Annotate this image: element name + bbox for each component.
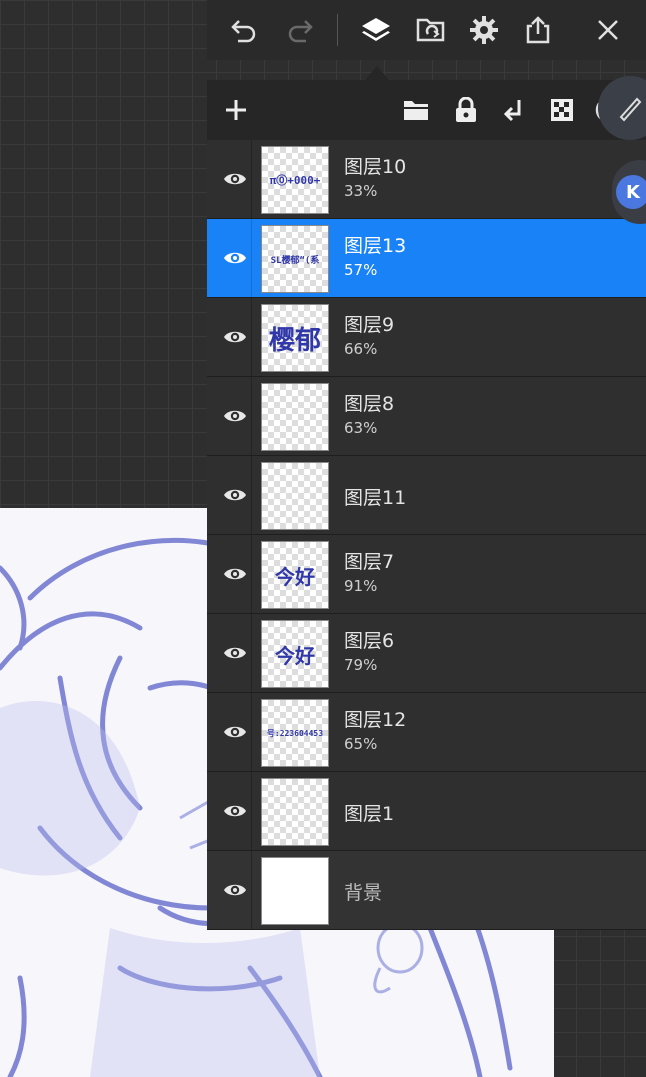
thumbnail-content: 今好 bbox=[275, 564, 315, 589]
layer-row[interactable]: 图层1 bbox=[207, 772, 646, 851]
layer-opacity: 91% bbox=[344, 577, 378, 595]
layer-thumbnail[interactable]: π⓪+000+ bbox=[261, 146, 329, 214]
thumbnail-content bbox=[262, 463, 328, 529]
row-divider bbox=[251, 772, 252, 850]
share-icon[interactable] bbox=[518, 10, 558, 50]
row-divider bbox=[251, 377, 252, 455]
layer-opacity: 65% bbox=[344, 735, 378, 753]
merge-down-icon[interactable] bbox=[495, 92, 531, 128]
layer-name: 图层6 bbox=[344, 630, 395, 652]
layers-icon[interactable] bbox=[356, 10, 396, 50]
layer-opacity: 33% bbox=[344, 182, 378, 200]
layer-name: 图层11 bbox=[344, 487, 407, 509]
visibility-eye-icon[interactable] bbox=[215, 791, 255, 831]
visibility-eye-icon[interactable] bbox=[215, 159, 255, 199]
add-layer-icon[interactable] bbox=[218, 92, 254, 128]
layer-row[interactable]: 今好 图层7 91% bbox=[207, 535, 646, 614]
layer-thumbnail[interactable] bbox=[261, 462, 329, 530]
visibility-eye-icon[interactable] bbox=[215, 396, 255, 436]
background-layer-name: 背景 bbox=[344, 882, 383, 904]
layer-thumbnail[interactable]: 今好 bbox=[261, 541, 329, 609]
alpha-lock-icon[interactable] bbox=[544, 92, 580, 128]
visibility-eye-icon[interactable] bbox=[215, 633, 255, 673]
layer-row[interactable]: 号:223604453 图层12 65% bbox=[207, 693, 646, 772]
layer-row[interactable]: 图层11 bbox=[207, 456, 646, 535]
thumbnail-content: π⓪+000+ bbox=[269, 174, 321, 187]
background-layer-row[interactable]: 背景 bbox=[207, 851, 646, 930]
settings-icon[interactable] bbox=[464, 10, 504, 50]
close-icon[interactable] bbox=[588, 10, 628, 50]
row-divider bbox=[251, 614, 252, 692]
thumbnail-content bbox=[262, 779, 328, 845]
layer-thumbnail[interactable] bbox=[261, 383, 329, 451]
visibility-eye-icon[interactable] bbox=[215, 475, 255, 515]
row-divider bbox=[251, 456, 252, 534]
visibility-eye-icon[interactable] bbox=[215, 238, 255, 278]
thumbnail-content bbox=[262, 384, 328, 450]
visibility-eye-icon[interactable] bbox=[215, 554, 255, 594]
layer-row[interactable]: π⓪+000+ 图层10 33% bbox=[207, 140, 646, 219]
redo-icon[interactable] bbox=[281, 10, 321, 50]
layers-panel: π⓪+000+ 图层10 33% SL樱郁“(系 图层13 57% 樱郁 图层9 66% 图层8 6… bbox=[207, 80, 646, 930]
thumbnail-content: 号:223604453 bbox=[266, 728, 324, 738]
folder-icon[interactable] bbox=[398, 92, 434, 128]
layer-row[interactable]: 樱郁 图层9 66% bbox=[207, 298, 646, 377]
layers-list: π⓪+000+ 图层10 33% SL樱郁“(系 图层13 57% 樱郁 图层9 66% 图层8 6… bbox=[207, 140, 646, 930]
visibility-eye-icon[interactable] bbox=[215, 712, 255, 752]
layer-opacity: 66% bbox=[344, 340, 378, 358]
layer-opacity: 79% bbox=[344, 656, 378, 674]
layer-name: 图层7 bbox=[344, 551, 395, 573]
thumbnail-content: 今好 bbox=[275, 643, 315, 668]
panel-pointer bbox=[365, 66, 389, 80]
row-divider bbox=[251, 535, 252, 613]
visibility-eye-icon[interactable] bbox=[215, 317, 255, 357]
layer-thumbnail[interactable]: 号:223604453 bbox=[261, 699, 329, 767]
top-toolbar bbox=[207, 0, 646, 60]
row-divider bbox=[251, 219, 252, 297]
toolbar-divider bbox=[337, 14, 338, 46]
import-icon[interactable] bbox=[411, 10, 451, 50]
visibility-eye-icon[interactable] bbox=[215, 870, 255, 910]
badge-letter: K bbox=[616, 175, 646, 209]
row-divider bbox=[251, 140, 252, 218]
layer-name: 图层13 bbox=[344, 235, 407, 257]
thumbnail-content: 樱郁 bbox=[268, 325, 321, 356]
layer-thumbnail[interactable]: 今好 bbox=[261, 620, 329, 688]
layer-name: 图层12 bbox=[344, 709, 407, 731]
layer-opacity: 63% bbox=[344, 419, 378, 437]
layer-name: 图层9 bbox=[344, 314, 395, 336]
lock-icon[interactable] bbox=[448, 92, 484, 128]
row-divider bbox=[251, 693, 252, 771]
layer-thumbnail[interactable]: SL樱郁“(系 bbox=[261, 225, 329, 293]
undo-icon[interactable] bbox=[223, 10, 263, 50]
layer-opacity: 57% bbox=[344, 261, 378, 279]
row-divider bbox=[251, 298, 252, 376]
layer-name: 图层8 bbox=[344, 393, 395, 415]
layer-name: 图层1 bbox=[344, 803, 395, 825]
layer-row[interactable]: 今好 图层6 79% bbox=[207, 614, 646, 693]
layer-thumbnail[interactable] bbox=[261, 778, 329, 846]
background-thumbnail[interactable] bbox=[261, 857, 329, 925]
layer-name: 图层10 bbox=[344, 156, 407, 178]
row-divider bbox=[251, 851, 252, 929]
layer-thumbnail[interactable]: 樱郁 bbox=[261, 304, 329, 372]
layer-row[interactable]: SL樱郁“(系 图层13 57% bbox=[207, 219, 646, 298]
layer-row[interactable]: 图层8 63% bbox=[207, 377, 646, 456]
thumbnail-content: SL樱郁“(系 bbox=[270, 255, 320, 266]
